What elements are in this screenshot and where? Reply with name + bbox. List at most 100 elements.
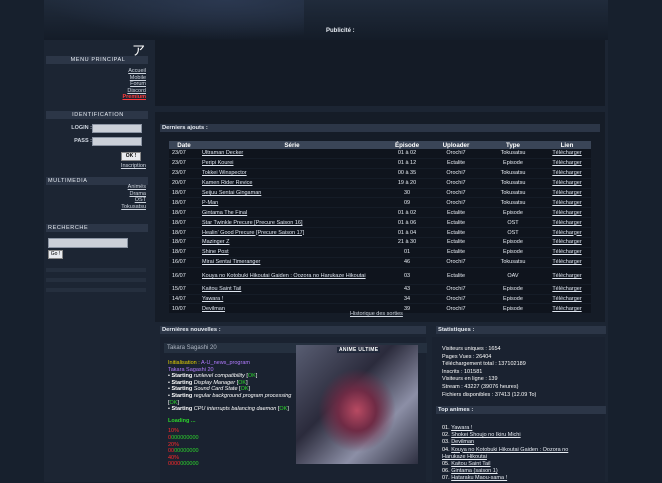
series-link[interactable]: Gintama The Final: [202, 210, 247, 216]
series-link[interactable]: Kamen Rider Revice: [202, 180, 252, 186]
boot-line: • Starting regular background program pr…: [168, 392, 292, 406]
multimedia-link-tokusatsu[interactable]: Tokusatsu: [66, 204, 146, 211]
menu-link-accueil[interactable]: Accueil: [66, 68, 146, 75]
cell-type: Episode: [483, 284, 543, 295]
column-header-date: Date: [169, 141, 199, 149]
boot-line: • Starting Display Manager [OK]: [168, 379, 248, 386]
cell-uploader: Orochi7: [429, 303, 483, 315]
download-link[interactable]: Télécharger: [552, 160, 581, 166]
cell-date: 15/07: [169, 284, 199, 295]
progress-bar: 0000000000: [168, 448, 292, 455]
search-go-button[interactable]: Go !: [48, 250, 63, 259]
series-link[interactable]: Devilman: [202, 306, 225, 312]
download-link[interactable]: Télécharger: [552, 150, 581, 156]
cell-uploader: Orochi7: [429, 294, 483, 305]
news-image[interactable]: [296, 345, 418, 464]
cell-date: 18/07: [169, 197, 199, 209]
download-link[interactable]: Télécharger: [552, 249, 581, 255]
inscription-link[interactable]: Inscription: [121, 163, 146, 169]
cell-date: 18/07: [169, 247, 199, 258]
top-anime-link[interactable]: Hataraku Maou-sama !: [451, 475, 507, 481]
series-link[interactable]: Star Twinkle Precure [Precure Saison 16]: [202, 220, 302, 226]
cell-type: OST: [483, 217, 543, 229]
series-link[interactable]: Kaitou Saint Tail: [202, 286, 241, 292]
top-anime-link[interactable]: Kouya no Kotobuki Hikoutai Gaiden : Oozo…: [442, 447, 568, 460]
column-header-link: Lien: [543, 141, 591, 149]
table-header-row: Date Série Épisode Uploader Type Lien: [169, 141, 591, 149]
series-link[interactable]: Ultraman Decker: [202, 150, 243, 156]
top-anime-rank: 05.: [442, 461, 450, 468]
download-link[interactable]: Télécharger: [552, 200, 581, 206]
cell-episode: 03: [385, 267, 429, 285]
series-link[interactable]: Healin' Good Precure [Precure Saison 17]: [202, 230, 304, 236]
download-link[interactable]: Télécharger: [552, 296, 581, 302]
stat-line: Stream : 43227 (39076 heures): [442, 383, 519, 390]
progress-empty: 000000: [180, 461, 199, 468]
series-link[interactable]: Peripi Kourei: [202, 160, 234, 166]
multimedia-link-ost[interactable]: OST: [66, 197, 146, 204]
top-anime-link[interactable]: Gintama (saison 1): [451, 468, 497, 474]
cell-date: 23/07: [169, 158, 199, 169]
menu-link-forum[interactable]: Forum: [66, 81, 146, 88]
series-link[interactable]: Mirai Sentai Timeranger: [202, 259, 260, 265]
download-link[interactable]: Télécharger: [552, 220, 581, 226]
download-link[interactable]: Télécharger: [552, 273, 581, 279]
progress-percent: 10%: [168, 428, 180, 435]
top-anime-link[interactable]: Devilman: [451, 439, 474, 445]
cell-series: Mirai Sentai Timeranger: [199, 257, 385, 268]
cell-series: Kaitou Saint Tail: [199, 284, 385, 295]
download-link[interactable]: Télécharger: [552, 170, 581, 176]
download-link[interactable]: Télécharger: [552, 210, 581, 216]
cell-link: Télécharger: [543, 303, 591, 315]
password-input[interactable]: [92, 137, 142, 146]
download-link[interactable]: Télécharger: [552, 180, 581, 186]
release-history-link[interactable]: Historique des sorties: [350, 311, 403, 317]
table-row: 14/07 Yawara ! 34 Orochi7 Episode Télécharger: [169, 294, 591, 305]
series-link[interactable]: Kouya no Kotobuki Hikoutai Gaiden : Oozo…: [202, 273, 366, 279]
cell-type: OST: [483, 227, 543, 239]
loading-label: Loading ...: [168, 417, 196, 424]
menu-link-premium[interactable]: Premium: [66, 94, 146, 101]
progress-percent: 20%: [168, 441, 180, 448]
top-anime-link[interactable]: Kaitou Saint Tail: [451, 461, 490, 467]
boot-status: OK: [247, 373, 256, 380]
cell-date: 14/07: [169, 294, 199, 305]
download-link[interactable]: Télécharger: [552, 286, 581, 292]
cell-episode: 01 à 06: [385, 217, 429, 229]
progress-empty: 000000000: [171, 434, 199, 441]
cell-series: Seijuu Sentai Gingaman: [199, 188, 385, 199]
download-link[interactable]: Télécharger: [552, 259, 581, 265]
cell-series: Kouya no Kotobuki Hikoutai Gaiden : Oozo…: [199, 267, 385, 285]
search-input[interactable]: [48, 238, 128, 248]
download-link[interactable]: Télécharger: [552, 239, 581, 245]
cell-episode: 34: [385, 294, 429, 305]
stat-line: Pages Vues : 26404: [442, 353, 492, 360]
multimedia-link-drama[interactable]: Drama: [66, 191, 146, 198]
series-link[interactable]: Mazinger Z: [202, 239, 230, 245]
menu-link-discord[interactable]: Discord: [66, 88, 146, 95]
login-button[interactable]: OK !: [121, 152, 141, 161]
menu-link-mobile[interactable]: Mobile: [66, 75, 146, 82]
latest-news-title: Dernières nouvelles :: [160, 326, 426, 334]
series-link[interactable]: Shine Post: [202, 249, 229, 255]
top-anime-rank: 04.: [442, 446, 450, 453]
boot-verb: Starting: [171, 392, 193, 399]
series-link[interactable]: Tokkei Winspector: [202, 170, 247, 176]
download-link[interactable]: Télécharger: [552, 230, 581, 236]
series-link[interactable]: P-Man: [202, 200, 218, 206]
series-link[interactable]: Yawara !: [202, 296, 223, 302]
cell-episode: 19 à 20: [385, 178, 429, 189]
download-link[interactable]: Télécharger: [552, 190, 581, 196]
series-link[interactable]: Seijuu Sentai Gingaman: [202, 190, 261, 196]
cell-episode: 30: [385, 188, 429, 199]
cell-uploader: Ectalite: [429, 227, 483, 239]
download-link[interactable]: Télécharger: [552, 306, 581, 312]
login-input[interactable]: [92, 124, 142, 133]
multimedia-link-animes[interactable]: Animés: [66, 184, 146, 191]
top-anime-link[interactable]: Yawara !: [451, 425, 472, 431]
boot-status: OK: [169, 399, 178, 406]
top-anime-link[interactable]: Shokei Shoujo no Ikiru Michi: [451, 432, 520, 438]
cell-type: Tokusatsu: [483, 178, 543, 189]
table-row: 16/07 Mirai Sentai Timeranger 46 Orochi7 Tok…: [169, 257, 591, 268]
cell-date: 23/07: [169, 149, 199, 159]
